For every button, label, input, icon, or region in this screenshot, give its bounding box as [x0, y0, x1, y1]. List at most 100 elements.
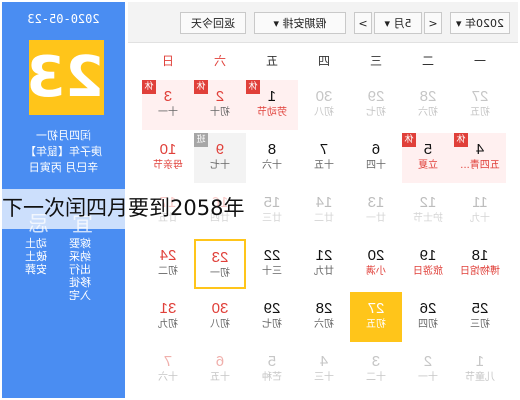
- calendar-day-cell[interactable]: 1 劳动节休: [246, 80, 298, 130]
- ji-item: 破土: [25, 250, 47, 263]
- back-to-today-button[interactable]: 返回今天: [180, 12, 246, 34]
- calendar-day-cell[interactable]: 27 初五: [454, 80, 506, 130]
- lunar-label: 初一: [210, 268, 230, 279]
- calendar-day-cell[interactable]: 29 初七: [246, 292, 298, 342]
- lunar-label: 初四: [418, 319, 438, 330]
- lunar-label: 小满: [366, 266, 386, 277]
- calendar-day-cell[interactable]: 29 初七: [350, 80, 402, 130]
- weekday-label: 五: [266, 54, 279, 68]
- calendar-day-cell[interactable]: 28 初六: [298, 292, 350, 342]
- ganzhi-year: 庚子年【鼠年】: [25, 145, 102, 158]
- calendar-day-cell[interactable]: 27 初五: [350, 292, 402, 342]
- day-number: 23: [211, 249, 229, 266]
- next-month-button[interactable]: >: [354, 12, 372, 34]
- lunar-label: 十六: [158, 372, 178, 383]
- calendar-day-cell[interactable]: 19 旅游日: [402, 239, 454, 289]
- lunar-label: 芒种: [262, 372, 282, 383]
- selected-date-text: 2020-05-23: [27, 12, 100, 26]
- calendar-day-cell[interactable]: 3 十二: [350, 345, 402, 395]
- day-number: 2: [423, 353, 433, 370]
- holiday-label: 假期安排: [282, 17, 327, 30]
- lunar-label: 初五: [366, 319, 386, 330]
- weekday-label: 一: [474, 54, 487, 68]
- calendar-day-cell[interactable]: 4 五四青... 休: [454, 133, 506, 183]
- lunar-label: 三十: [262, 266, 282, 277]
- calendar-day-cell[interactable]: 8 十六: [246, 133, 298, 183]
- day-number: 5: [267, 353, 277, 370]
- holiday-badge: 休: [194, 80, 208, 94]
- day-number: 8: [267, 141, 277, 158]
- calendar-day-cell[interactable]: 31 初九: [142, 292, 194, 342]
- calendar-screenshot: 2020年 ▾ < 5月 ▾ > 假期安排 ▾ 返回今天 一 二 三 四 五 六…: [0, 0, 520, 400]
- day-number: 10: [159, 141, 177, 158]
- calendar-day-cell[interactable]: 18 博物馆日: [454, 239, 506, 289]
- calendar-day-cell[interactable]: 3 十一休: [142, 80, 194, 130]
- holiday-badge: 休: [454, 133, 468, 147]
- lunar-label: 十七: [210, 160, 230, 171]
- day-number: 28: [419, 88, 437, 105]
- weekday-label: 三: [370, 54, 383, 68]
- calendar-day-cell[interactable]: 1 儿童节: [454, 345, 506, 395]
- holiday-select[interactable]: 假期安排 ▾: [254, 12, 346, 34]
- calendar-day-cell[interactable]: 24 初二: [142, 239, 194, 289]
- lunar-label: 博物馆日: [460, 266, 500, 277]
- calendar-day-cell[interactable]: 22 三十: [246, 239, 298, 289]
- lunar-label: 初五: [470, 107, 490, 118]
- calendar-day-cell[interactable]: 7 十五: [298, 133, 350, 183]
- ji-item: 安葬: [25, 263, 47, 276]
- lunar-label: 十六: [262, 160, 282, 171]
- lunar-label: 初二: [158, 266, 178, 277]
- lunar-label: 十二: [366, 372, 386, 383]
- lunar-label: 旅游日: [413, 266, 443, 277]
- day-number: 24: [159, 247, 177, 264]
- calendar-day-cell[interactable]: 28 初六: [402, 80, 454, 130]
- calendar-day-cell[interactable]: 2 十一: [402, 345, 454, 395]
- calendar-day-cell[interactable]: 5 立夏休: [402, 133, 454, 183]
- calendar-day-cell[interactable]: 6 十五: [194, 345, 246, 395]
- chevron-left-icon: <: [428, 17, 438, 30]
- lunar-label: 初九: [158, 319, 178, 330]
- calendar-day-cell[interactable]: 25 初三: [454, 292, 506, 342]
- lunar-label: 五四青...: [460, 160, 500, 171]
- month-select[interactable]: 5月 ▾: [374, 12, 422, 34]
- calendar-day-cell[interactable]: 9 十七班: [194, 133, 246, 183]
- calendar-day-cell[interactable]: 7 十六: [142, 345, 194, 395]
- yi-item: 移徙: [69, 276, 91, 289]
- calendar-day-cell[interactable]: 30 初八: [298, 80, 350, 130]
- weekday-label: 四: [318, 54, 331, 68]
- chevron-down-icon: ▾: [384, 17, 391, 30]
- ganzhi-day: 辛巳月 丙寅日: [28, 161, 99, 174]
- weekday-label: 六: [214, 54, 227, 68]
- lunar-label: 十一: [158, 107, 178, 118]
- calendar-day-cell[interactable]: 6 十四: [350, 133, 402, 183]
- lunar-label: 立夏: [418, 160, 438, 171]
- yi-item: 出行: [69, 263, 91, 276]
- lunar-info: 闰四月初一 庚子年【鼠年】 辛巳月 丙寅日: [2, 128, 125, 176]
- day-number: 6: [371, 141, 381, 158]
- day-number: 27: [471, 88, 489, 105]
- calendar-day-cell[interactable]: 10 母亲节: [142, 133, 194, 183]
- calendar-day-cell[interactable]: 30 初八: [194, 292, 246, 342]
- weekday-label: 二: [422, 54, 435, 68]
- big-day-number: 23: [26, 40, 104, 115]
- lunar-label: 初八: [314, 107, 334, 118]
- calendar-day-cell[interactable]: 5 芒种: [246, 345, 298, 395]
- calendar-day-cell[interactable]: 20 小满: [350, 239, 402, 289]
- day-number: 19: [419, 247, 437, 264]
- lunar-label: 十四: [366, 160, 386, 171]
- year-select[interactable]: 2020年 ▾: [450, 12, 510, 34]
- day-number: 29: [367, 88, 385, 105]
- day-number: 29: [263, 300, 281, 317]
- lunar-label: 初十: [210, 107, 230, 118]
- day-number: 26: [419, 300, 437, 317]
- calendar-day-cell[interactable]: 21 廿九: [298, 239, 350, 289]
- workday-badge: 班: [194, 133, 208, 147]
- prev-month-button[interactable]: <: [424, 12, 442, 34]
- calendar-day-cell[interactable]: 4 十三: [298, 345, 350, 395]
- calendar-day-cell[interactable]: 26 初四: [402, 292, 454, 342]
- lunar-label: 廿九: [314, 266, 334, 277]
- lunar-label: 初六: [418, 107, 438, 118]
- calendar-day-cell[interactable]: 23 初一: [194, 239, 246, 289]
- holiday-badge: 休: [402, 133, 416, 147]
- calendar-day-cell[interactable]: 2 初十休: [194, 80, 246, 130]
